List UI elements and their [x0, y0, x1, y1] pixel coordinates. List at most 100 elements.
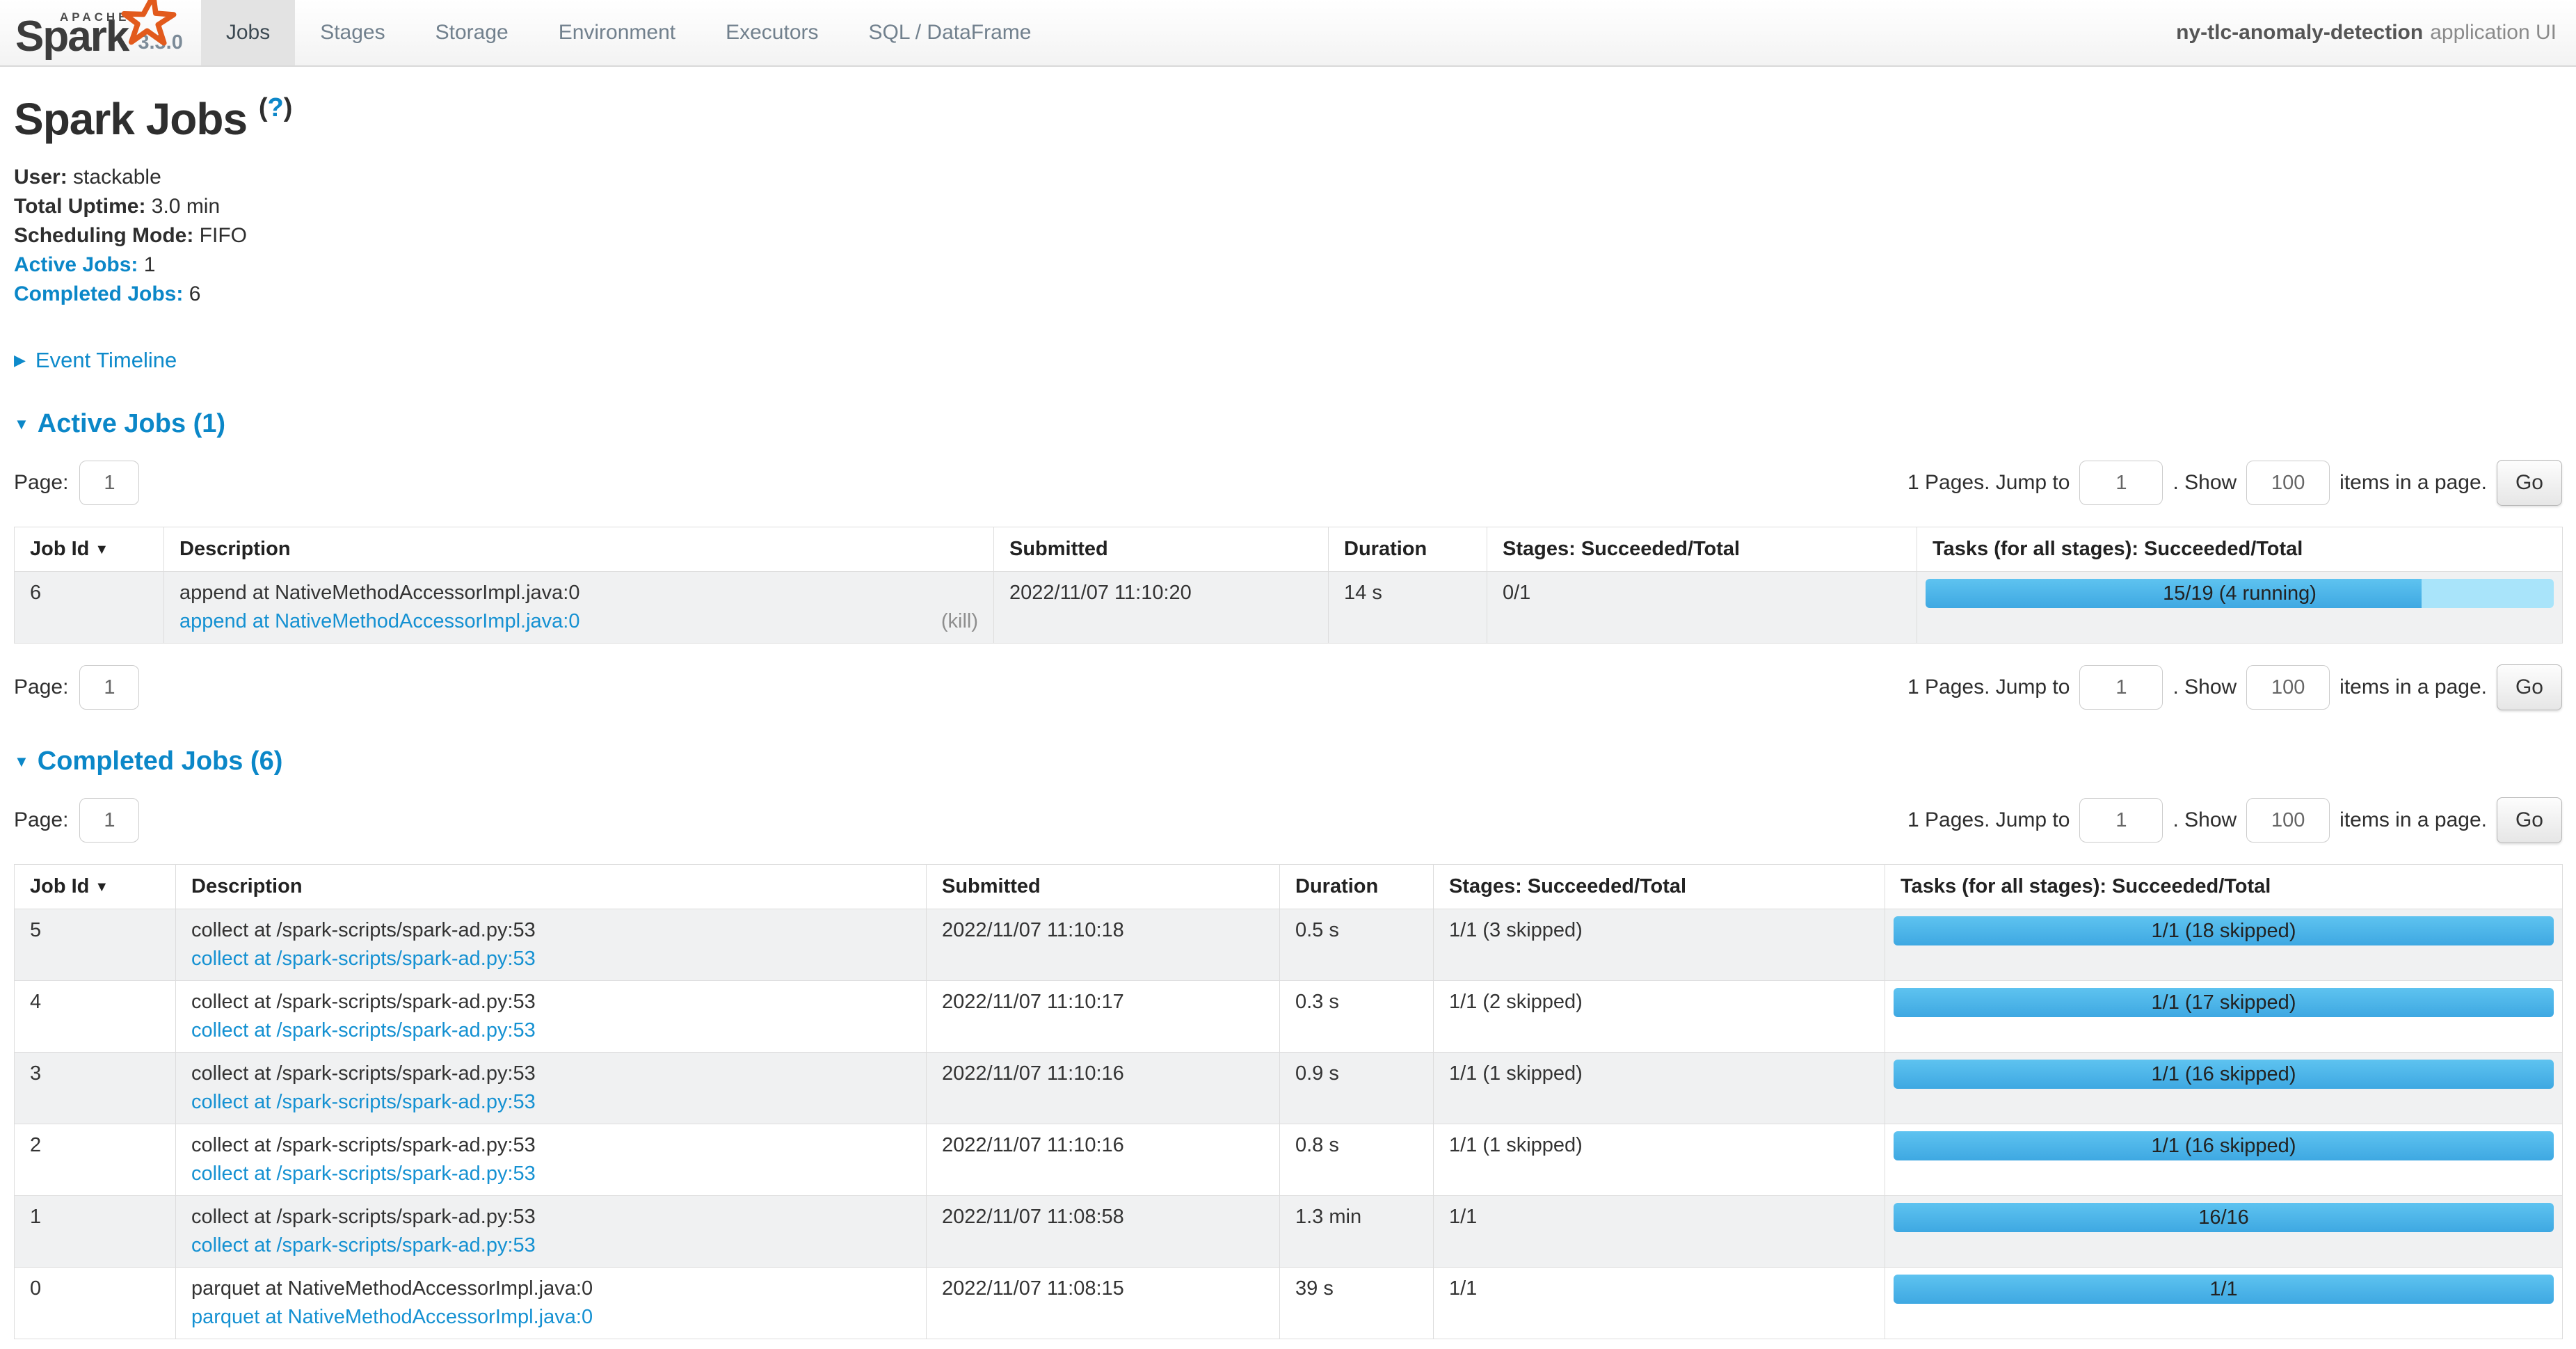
job-row: 6 append at NativeMethodAccessorImpl.jav…: [15, 572, 2563, 644]
job-description-cell: collect at /spark-scripts/spark-ad.py:53…: [176, 909, 927, 981]
job-row: 1 collect at /spark-scripts/spark-ad.py:…: [15, 1196, 2563, 1268]
kill-link[interactable]: (kill): [941, 607, 978, 636]
column-label: Stages: Succeeded/Total: [1449, 875, 1686, 897]
tab-jobs[interactable]: Jobs: [201, 0, 295, 65]
summary-item: Total Uptime: 3.0 min: [14, 192, 2562, 221]
job-summary-list: User: stackableTotal Uptime: 3.0 minSche…: [14, 163, 2562, 309]
job-id-cell: 5: [15, 909, 176, 981]
column-header-stages[interactable]: Stages: Succeeded/Total: [1487, 527, 1917, 572]
go-button[interactable]: Go: [2497, 460, 2562, 506]
job-description-link[interactable]: collect at /spark-scripts/spark-ad.py:53: [191, 1016, 536, 1045]
tasks-progress-bar: 16/16: [1894, 1203, 2554, 1232]
job-description-link[interactable]: collect at /spark-scripts/spark-ad.py:53: [191, 1088, 536, 1117]
column-label: Duration: [1295, 875, 1378, 897]
tab-label: Environment: [559, 21, 675, 45]
completed-jobs-pager-top: Page: 1 Pages. Jump to . Show items in a…: [14, 797, 2562, 843]
items-per-page-input[interactable]: [2246, 461, 2330, 505]
active-jobs-pager-bottom: Page: 1 Pages. Jump to . Show items in a…: [14, 664, 2562, 710]
page-number-input[interactable]: [79, 665, 139, 710]
job-description-text: collect at /spark-scripts/spark-ad.py:53: [191, 988, 911, 1016]
duration-cell: 14 s: [1329, 572, 1487, 644]
table-header-row: Job Id▼DescriptionSubmitted Duration Stage…: [15, 865, 2563, 909]
page-number-input[interactable]: [79, 798, 139, 843]
column-header-submitted[interactable]: Submitted: [994, 527, 1329, 572]
go-button[interactable]: Go: [2497, 797, 2562, 843]
go-button[interactable]: Go: [2497, 664, 2562, 710]
column-header-stages[interactable]: Stages: Succeeded/Total: [1434, 865, 1885, 909]
pages-count-text: 1 Pages. Jump to: [1907, 471, 2070, 495]
tab-sql-dataframe[interactable]: SQL / DataFrame: [844, 0, 1057, 65]
column-header-submitted[interactable]: Submitted: [927, 865, 1280, 909]
summary-label-link[interactable]: Completed Jobs:: [14, 282, 183, 305]
column-header-tasks[interactable]: Tasks (for all stages): Succeeded/Total: [1885, 865, 2563, 909]
completed-jobs-heading[interactable]: ▼ Completed Jobs (6): [14, 747, 2562, 776]
job-description-link[interactable]: collect at /spark-scripts/spark-ad.py:53: [191, 1160, 536, 1188]
summary-value: 6: [189, 282, 201, 305]
job-description-link[interactable]: parquet at NativeMethodAccessorImpl.java…: [191, 1303, 593, 1332]
table-header-row: Job Id▼Description Submitted Duration Stage…: [15, 527, 2563, 572]
pagination-bar: Page: 1 Pages. Jump to . Show items in a…: [14, 664, 2562, 710]
job-description-text: collect at /spark-scripts/spark-ad.py:53: [191, 1203, 911, 1231]
tab-environment[interactable]: Environment: [534, 0, 701, 65]
job-description-cell: append at NativeMethodAccessorImpl.java:…: [164, 572, 994, 644]
show-label: . Show: [2173, 471, 2237, 495]
job-description-link[interactable]: append at NativeMethodAccessorImpl.java:…: [179, 607, 579, 636]
tasks-cell: 1/1 (18 skipped): [1885, 909, 2563, 981]
tab-stages[interactable]: Stages: [295, 0, 410, 65]
job-description-cell: collect at /spark-scripts/spark-ad.py:53…: [176, 1124, 927, 1196]
column-header-job[interactable]: Job Id▼: [15, 527, 164, 572]
job-description-text: collect at /spark-scripts/spark-ad.py:53: [191, 1060, 911, 1088]
help-link[interactable]: (?): [259, 93, 293, 122]
jump-to-page-input[interactable]: [2079, 665, 2163, 710]
tab-storage[interactable]: Storage: [410, 0, 534, 65]
items-per-page-input[interactable]: [2246, 798, 2330, 843]
jump-to-page-input[interactable]: [2079, 798, 2163, 843]
tasks-progress-bar: 15/19 (4 running): [1926, 579, 2554, 608]
job-description-link[interactable]: collect at /spark-scripts/spark-ad.py:53: [191, 1231, 536, 1260]
job-description-text: append at NativeMethodAccessorImpl.java:…: [179, 579, 978, 607]
page-number-input[interactable]: [79, 461, 139, 505]
column-header-duration[interactable]: Duration: [1280, 865, 1434, 909]
stages-cell: 1/1: [1434, 1268, 1885, 1339]
summary-item: Active Jobs: 1: [14, 250, 2562, 280]
job-row: 3 collect at /spark-scripts/spark-ad.py:…: [15, 1053, 2563, 1124]
pagination-bar: Page: 1 Pages. Jump to . Show items in a…: [14, 797, 2562, 843]
jump-to-page-input[interactable]: [2079, 461, 2163, 505]
job-row: 2 collect at /spark-scripts/spark-ad.py:…: [15, 1124, 2563, 1196]
help-paren-close: ): [284, 93, 293, 122]
active-jobs-table: Job Id▼Description Submitted Duration Stage…: [14, 527, 2563, 644]
progress-label: 1/1 (16 skipped): [1894, 1060, 2554, 1089]
column-header-tasks[interactable]: Tasks (for all stages): Succeeded/Total: [1917, 527, 2563, 572]
column-header-job[interactable]: Job Id▼: [15, 865, 176, 909]
active-jobs-pager-top: Page: 1 Pages. Jump to . Show items in a…: [14, 460, 2562, 506]
help-question-icon: ?: [267, 93, 283, 122]
tab-executors[interactable]: Executors: [701, 0, 843, 65]
summary-item: Scheduling Mode: FIFO: [14, 221, 2562, 250]
help-paren-open: (: [259, 93, 268, 122]
stages-cell: 1/1 (1 skipped): [1434, 1053, 1885, 1124]
page-label: Page:: [14, 808, 68, 832]
application-name: ny-tlc-anomaly-detection: [2176, 21, 2423, 45]
items-per-page-input[interactable]: [2246, 665, 2330, 710]
summary-item: Completed Jobs: 6: [14, 280, 2562, 309]
column-header-duration[interactable]: Duration: [1329, 527, 1487, 572]
column-header-description[interactable]: Description: [176, 865, 927, 909]
spark-logo[interactable]: APACHE Spark 3.3.0: [0, 0, 201, 65]
items-per-page-label: items in a page.: [2339, 676, 2487, 699]
column-header-description[interactable]: Description: [164, 527, 994, 572]
job-description-cell: parquet at NativeMethodAccessorImpl.java…: [176, 1268, 927, 1339]
duration-cell: 1.3 min: [1280, 1196, 1434, 1268]
event-timeline-toggle[interactable]: ▶ Event Timeline: [14, 348, 2562, 373]
job-id-cell: 1: [15, 1196, 176, 1268]
column-label: Submitted: [1009, 538, 1108, 560]
column-label: Duration: [1344, 538, 1427, 560]
summary-label-link[interactable]: Active Jobs:: [14, 253, 138, 276]
job-id-cell: 6: [15, 572, 164, 644]
active-jobs-heading[interactable]: ▼ Active Jobs (1): [14, 409, 2562, 439]
summary-value: FIFO: [200, 224, 247, 247]
job-description-link[interactable]: collect at /spark-scripts/spark-ad.py:53: [191, 945, 536, 973]
tasks-cell: 1/1 (16 skipped): [1885, 1124, 2563, 1196]
job-row: 5 collect at /spark-scripts/spark-ad.py:…: [15, 909, 2563, 981]
pagination-bar: Page: 1 Pages. Jump to . Show items in a…: [14, 460, 2562, 506]
sort-desc-icon: ▼: [95, 879, 109, 895]
